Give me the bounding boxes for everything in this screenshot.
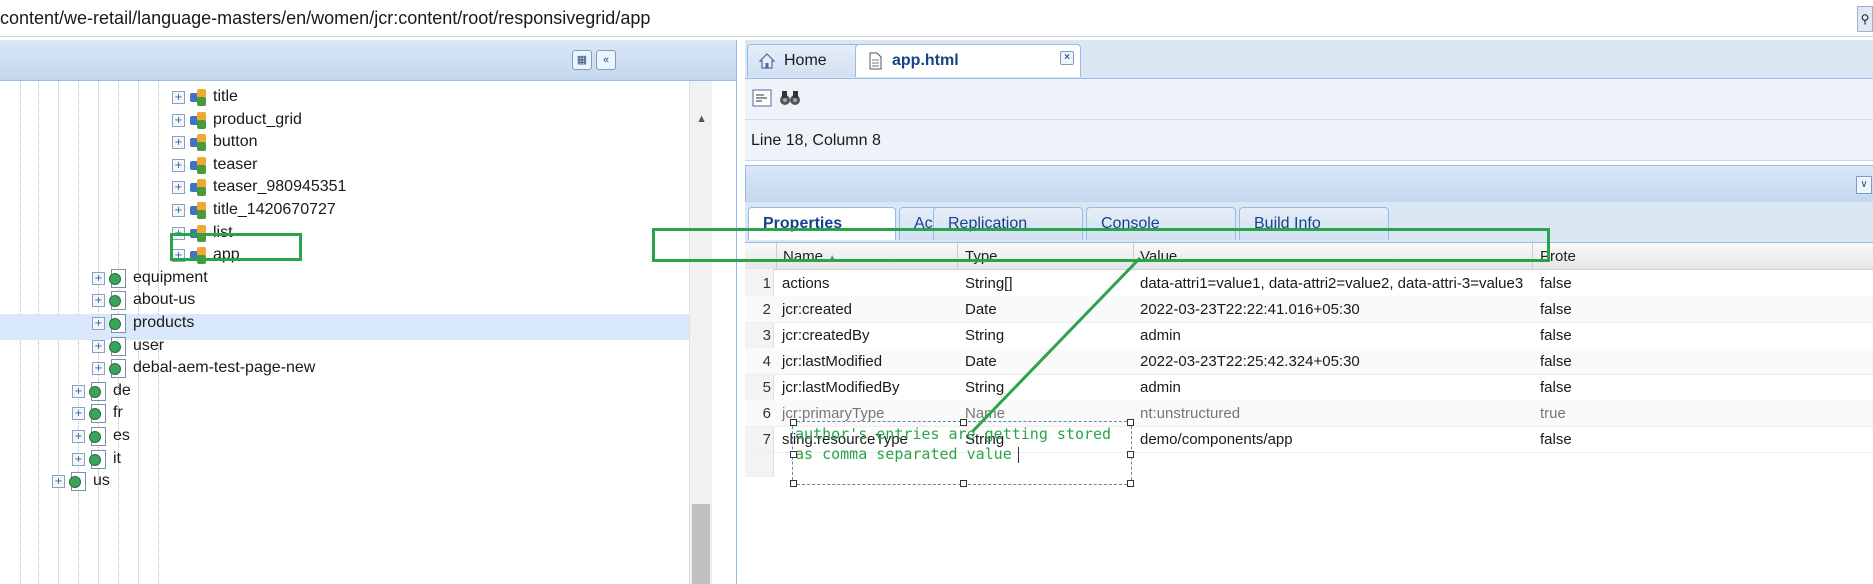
annotation-line-1: author's entries are getting stored	[795, 425, 1112, 443]
text-caret	[1017, 446, 1019, 463]
annotation-connector	[970, 256, 1142, 434]
annotation-line-2: as comma separated value	[795, 445, 1012, 463]
annotation-note[interactable]: author's entries are getting stored as c…	[790, 419, 1134, 487]
